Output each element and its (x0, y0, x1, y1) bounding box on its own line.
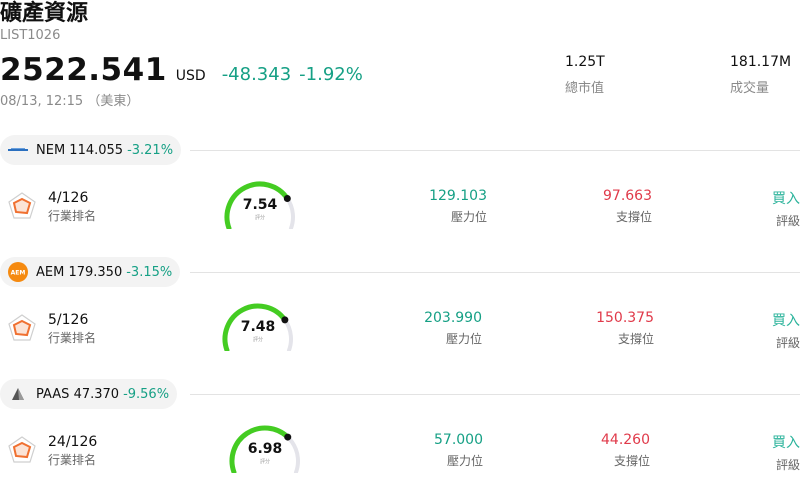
rating-value: 買入 (772, 313, 800, 329)
resistance-level: 57.000 壓力位 (393, 432, 483, 469)
score-gauge: 6.98 評分 (220, 423, 310, 475)
rating-value: 買入 (772, 191, 800, 207)
section-divider (190, 272, 800, 273)
timestamp: 08/13, 12:15 （美東） (0, 94, 140, 109)
rank-value: 24/126 (48, 434, 98, 450)
resistance-label: 壓力位 (445, 332, 482, 346)
resistance-label: 壓力位 (450, 210, 487, 224)
resistance-value: 57.000 (434, 432, 483, 448)
support-value: 44.260 (601, 432, 650, 448)
radar-icon (8, 192, 36, 219)
industry-rank: 24/126 行業排名 (48, 434, 97, 468)
index-price: 2522.541 (0, 52, 167, 88)
stock-ticker: NEM (36, 142, 66, 158)
section-divider (190, 394, 800, 395)
market-cap-value: 1.25T (565, 54, 605, 70)
resistance-level: 129.103 壓力位 (397, 188, 487, 225)
gauge-marker (284, 433, 292, 441)
price-row: 2522.541 USD -48.343 -1.92% (0, 52, 363, 88)
stock-section-paas: PAAS 47.370 -9.56% 24/126 行業排名 6.98 評分 5… (0, 379, 800, 488)
score-value: 6.98 (247, 441, 283, 457)
price-change-pct: -1.92% (299, 64, 363, 85)
rank-label: 行業排名 (48, 331, 97, 345)
rating-value: 買入 (772, 435, 800, 451)
stock-price: 114.055 (69, 142, 124, 158)
radar-icon (8, 314, 36, 341)
aem-logo-icon: AEM (8, 262, 28, 282)
resistance-value: 129.103 (429, 188, 487, 204)
support-value: 97.663 (603, 188, 652, 204)
rating-label: 評級 (775, 336, 800, 350)
analyst-rating[interactable]: 買入 評級 (740, 432, 800, 473)
rank-label: 行業排名 (48, 209, 97, 223)
rating-label: 評級 (775, 458, 800, 472)
support-label: 支撐位 (617, 332, 654, 346)
support-value: 150.375 (596, 310, 654, 326)
industry-rank: 4/126 行業排名 (48, 190, 96, 224)
rating-label: 評級 (775, 214, 800, 228)
resistance-label: 壓力位 (446, 454, 483, 468)
support-level: 97.663 支撐位 (562, 188, 652, 225)
support-label: 支撐位 (615, 210, 652, 224)
stock-section-aem: AEM AEM 179.350 -3.15% 5/126 行業排名 7.48 評… (0, 257, 800, 367)
stock-price: 179.350 (68, 264, 123, 280)
stock-ticker: AEM (36, 264, 65, 280)
resistance-level: 203.990 壓力位 (392, 310, 482, 347)
newmont-logo-icon (8, 140, 28, 160)
page-title: 礦產資源 (0, 1, 89, 26)
score-value: 7.48 (240, 319, 276, 335)
volume-value: 181.17M (730, 54, 792, 70)
rank-value: 4/126 (48, 190, 89, 206)
score-label: 評分 (252, 337, 263, 343)
volume-label: 成交量 (730, 81, 770, 96)
market-cap: 1.25T 總市值 (565, 54, 675, 96)
volume: 181.17M 成交量 (730, 54, 800, 96)
currency: USD (175, 68, 206, 84)
stock-change-pct: -9.56% (123, 386, 170, 402)
score-gauge: 7.48 評分 (213, 301, 303, 353)
score-value: 7.54 (242, 197, 278, 213)
stock-pill-paas[interactable]: PAAS 47.370 -9.56% (0, 379, 178, 409)
industry-rank: 5/126 行業排名 (48, 312, 96, 346)
support-level: 150.375 支撐位 (564, 310, 654, 347)
support-level: 44.260 支撐位 (560, 432, 650, 469)
stock-pill-nem[interactable]: NEM 114.055 -3.21% (0, 135, 182, 165)
stock-change-pct: -3.15% (126, 264, 173, 280)
section-divider (190, 150, 800, 151)
index-code: LIST1026 (0, 28, 61, 43)
price-change: -48.343 (221, 64, 292, 85)
radar-icon (8, 436, 36, 463)
stock-section-nem: NEM 114.055 -3.21% 4/126 行業排名 7.54 評分 12… (0, 135, 800, 245)
rank-value: 5/126 (48, 312, 89, 328)
analyst-rating[interactable]: 買入 評級 (740, 188, 800, 229)
paas-logo-icon (8, 384, 28, 404)
stock-price: 47.370 (73, 386, 120, 402)
svg-text:AEM: AEM (11, 270, 26, 277)
stock-ticker: PAAS (36, 386, 70, 402)
resistance-value: 203.990 (424, 310, 482, 326)
rank-label: 行業排名 (48, 453, 97, 467)
stock-change-pct: -3.21% (127, 142, 174, 158)
support-label: 支撐位 (613, 454, 650, 468)
stock-pill-aem[interactable]: AEM AEM 179.350 -3.15% (0, 257, 181, 287)
market-cap-label: 總市值 (565, 81, 605, 96)
score-label: 評分 (259, 459, 270, 465)
score-label: 評分 (254, 215, 265, 221)
score-gauge: 7.54 評分 (215, 179, 305, 231)
analyst-rating[interactable]: 買入 評級 (740, 310, 800, 351)
